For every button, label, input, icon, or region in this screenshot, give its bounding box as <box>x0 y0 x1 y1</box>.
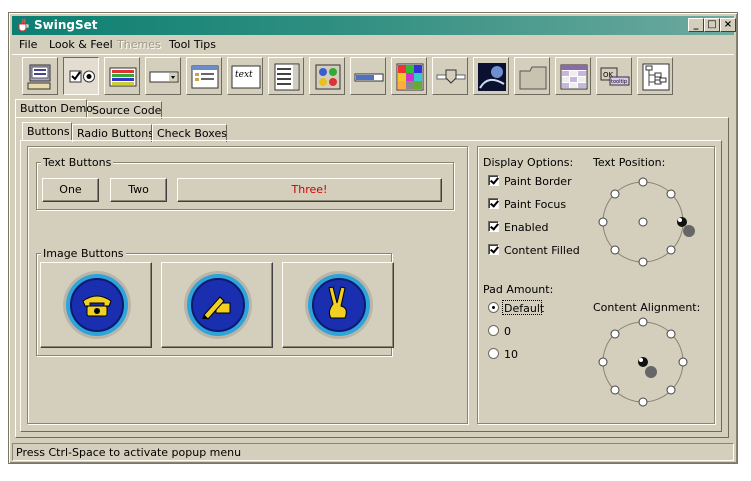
button-three[interactable]: Three! <box>177 178 442 202</box>
toolbar-scroll-pane-button[interactable] <box>391 57 427 95</box>
image-buttons-label: Image Buttons <box>41 247 126 260</box>
slider-icon <box>436 69 466 84</box>
enabled-checkbox[interactable] <box>488 221 499 232</box>
enabled-label: Enabled <box>504 221 549 234</box>
tab-check-boxes-label: Check Boxes <box>157 127 227 140</box>
window-title: SwingSet <box>34 18 98 32</box>
toolbar-slider-button[interactable] <box>432 57 468 95</box>
pen-image-button[interactable] <box>161 262 273 348</box>
file-chooser-icon <box>191 65 219 89</box>
color-grid-icon <box>396 63 424 91</box>
tab-buttons[interactable]: Buttons <box>22 122 72 140</box>
controls-panel: Display Options: Paint Border Paint Focu… <box>477 146 715 424</box>
toolbar-split-pane-image-button[interactable] <box>473 57 509 95</box>
image-buttons-group: Image Buttons <box>36 247 394 356</box>
status-bar: Press Ctrl-Space to activate popup menu <box>12 443 734 461</box>
svg-text:tooltip: tooltip <box>611 79 627 85</box>
toolbar-list-button[interactable] <box>268 57 304 95</box>
phone-icon <box>63 271 131 339</box>
maximize-button[interactable]: □ <box>704 18 720 32</box>
content-filled-label: Content Filled <box>504 244 580 257</box>
toolbar-color-chooser-button[interactable] <box>104 57 140 95</box>
pad-zero-label: 0 <box>504 325 511 338</box>
editor-text-icon: text <box>231 65 261 89</box>
button-demo-pane: Buttons Radio Buttons Check Boxes Text B… <box>15 117 729 438</box>
status-text: Press Ctrl-Space to activate popup menu <box>16 446 242 459</box>
title-bar: SwingSet _ □ × <box>12 16 736 35</box>
split-pane-icon <box>519 66 547 90</box>
pad-default-radio[interactable] <box>488 302 499 313</box>
tab-radio-buttons-label: Radio Buttons <box>77 127 154 140</box>
tab-button-demo-label: Button Demo <box>20 102 94 115</box>
progress-bar-icon <box>354 73 384 82</box>
pad-zero-radio[interactable] <box>488 325 499 336</box>
button-two[interactable]: Two <box>110 178 167 202</box>
menu-tool-tips[interactable]: Tool Tips <box>169 38 216 51</box>
toolbar: text OK tooltip <box>12 54 734 98</box>
button-display-area: Text Buttons One Two Three! Image Button… <box>27 146 468 424</box>
toolbar-tabbed-pane-button[interactable] <box>514 57 550 95</box>
pad-ten-label: 10 <box>504 348 518 361</box>
text-position-label: Text Position: <box>593 156 666 169</box>
peace-hand-icon <box>305 271 373 339</box>
space-image-icon <box>478 63 506 91</box>
toolbar-table-button[interactable] <box>555 57 591 95</box>
computer-icon <box>27 64 51 90</box>
pad-ten-radio[interactable] <box>488 348 499 359</box>
content-alignment-label: Content Alignment: <box>593 301 701 314</box>
radio-check-icon <box>69 70 95 83</box>
buttons-pane: Text Buttons One Two Three! Image Button… <box>20 140 722 432</box>
menu-bar: File Look & Feel Themes Tool Tips <box>12 36 734 54</box>
content-filled-checkbox[interactable] <box>488 244 499 255</box>
toolbar-option-pane-button[interactable] <box>309 57 345 95</box>
table-icon <box>560 64 588 90</box>
paint-border-checkbox[interactable] <box>488 175 499 186</box>
swingset-window: SwingSet _ □ × File Look & Feel Themes T… <box>8 12 738 464</box>
paint-focus-checkbox[interactable] <box>488 198 499 209</box>
paint-focus-label: Paint Focus <box>504 198 567 211</box>
tree-icon <box>642 63 670 91</box>
tab-buttons-label: Buttons <box>27 125 70 138</box>
text-position-selector[interactable] <box>596 175 696 275</box>
text-buttons-group: Text Buttons One Two Three! <box>36 156 454 210</box>
list-icon <box>274 63 300 91</box>
toolbar-button-demo-button[interactable] <box>63 57 99 95</box>
menu-themes[interactable]: Themes <box>117 38 161 51</box>
toolbar-progress-bar-button[interactable] <box>350 57 386 95</box>
button-one[interactable]: One <box>42 178 99 202</box>
peace-image-button[interactable] <box>282 262 394 348</box>
toolbar-file-chooser-button[interactable] <box>186 57 222 95</box>
pen-writing-icon <box>184 271 252 339</box>
java-cup-icon <box>18 18 29 32</box>
paint-border-label: Paint Border <box>504 175 572 188</box>
tooltip-icon: OK tooltip <box>600 67 630 86</box>
menu-look-and-feel[interactable]: Look & Feel <box>49 38 113 51</box>
tab-button-demo[interactable]: Button Demo <box>15 99 93 117</box>
option-pane-icon <box>315 64 341 90</box>
pad-default-label: Default <box>504 302 545 315</box>
colored-list-icon <box>109 67 137 87</box>
display-options-label: Display Options: <box>483 156 574 169</box>
combo-box-icon <box>149 71 179 83</box>
toolbar-tooltip-button[interactable]: OK tooltip <box>596 57 632 95</box>
close-button[interactable]: × <box>720 18 736 32</box>
svg-text:text: text <box>235 70 253 80</box>
minimize-button[interactable]: _ <box>688 18 704 32</box>
content-alignment-selector[interactable] <box>596 315 696 415</box>
tab-source-code-label: Source Code <box>92 104 162 117</box>
toolbar-editor-pane-button[interactable]: text <box>227 57 263 95</box>
pad-amount-label: Pad Amount: <box>483 283 554 296</box>
toolbar-internal-frame-button[interactable] <box>22 57 58 95</box>
text-buttons-label: Text Buttons <box>41 156 114 169</box>
toolbar-tree-button[interactable] <box>637 57 673 95</box>
phone-image-button[interactable] <box>40 262 152 348</box>
menu-file[interactable]: File <box>19 38 37 51</box>
toolbar-combo-box-button[interactable] <box>145 57 181 95</box>
